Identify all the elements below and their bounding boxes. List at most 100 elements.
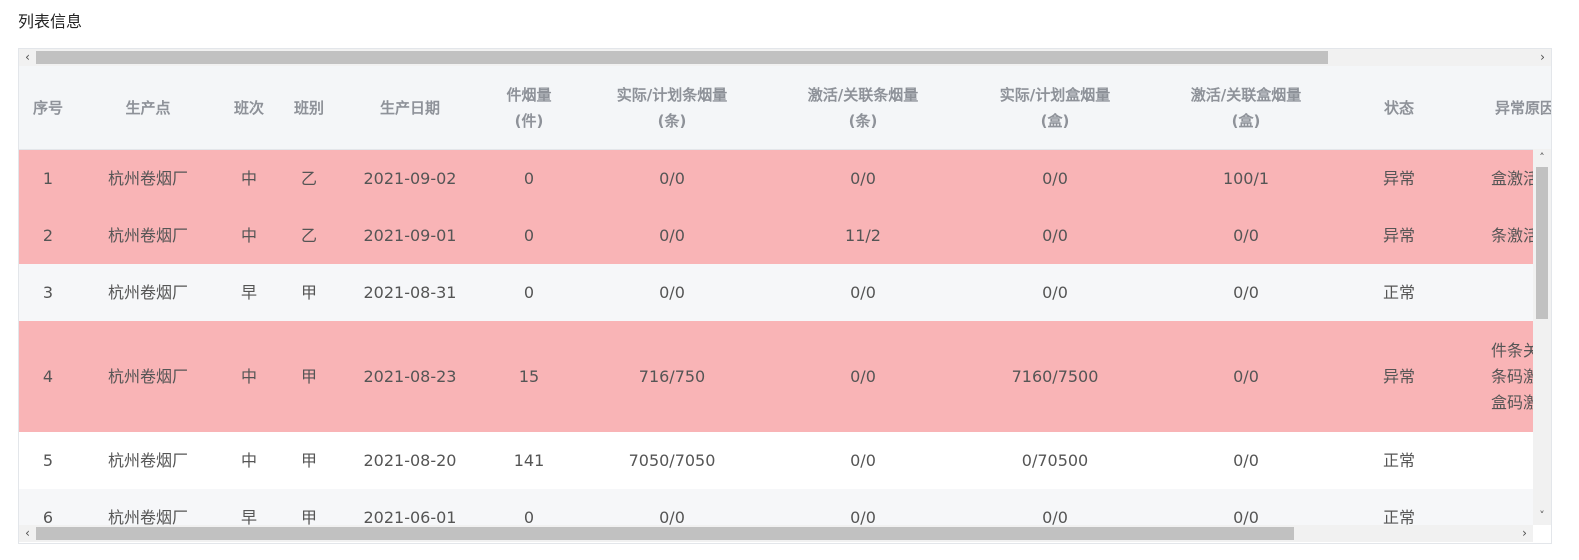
- cell-pack-actual-plan: 0/70500: [1021, 450, 1089, 470]
- cell-seq: 2: [42, 225, 54, 245]
- chevron-up-icon[interactable]: ˄: [1533, 149, 1551, 167]
- cell-seq: 4: [42, 366, 54, 386]
- cell-reason: 条激活码: [1491, 225, 1533, 245]
- cell-carton-active-linked: 11/2: [845, 225, 881, 245]
- column-header-pack-actual-plan: 实际/计划盒烟量 (盒): [999, 85, 1111, 130]
- cell-shift: 中: [240, 366, 257, 386]
- horizontal-scrollbar-bottom[interactable]: ‹ ›: [19, 525, 1533, 542]
- column-header-carton-active-linked: 激活/关联条烟量 (条): [807, 85, 919, 130]
- cell-team: 甲: [300, 366, 317, 386]
- cell-status: 正常: [1382, 282, 1415, 302]
- cell-status: 异常: [1382, 168, 1415, 188]
- cell-site: 杭州卷烟厂: [107, 168, 188, 188]
- column-header-site: 生产点: [125, 98, 171, 117]
- cell-reason: [1457, 264, 1533, 321]
- cell-pack-active-linked: 0/0: [1233, 282, 1259, 302]
- cell-site: 杭州卷烟厂: [107, 366, 188, 386]
- column-header-shift: 班次: [233, 98, 264, 117]
- cell-status: 异常: [1382, 225, 1415, 245]
- cell-date: 2021-08-20: [363, 450, 457, 470]
- cell-cases: 0: [523, 282, 535, 302]
- cell-carton-actual-plan: 716/750: [638, 366, 706, 386]
- scroll-thumb[interactable]: [1536, 167, 1548, 319]
- cell-carton-active-linked: 0/0: [850, 366, 876, 386]
- chevron-right-icon[interactable]: ›: [1534, 49, 1551, 66]
- cell-seq: 1: [42, 168, 54, 188]
- cell-status: 正常: [1382, 450, 1415, 470]
- cell-carton-actual-plan: 0/0: [659, 282, 685, 302]
- cell-pack-active-linked: 100/1: [1222, 168, 1270, 188]
- cell-date: 2021-08-23: [363, 366, 457, 386]
- cell-carton-actual-plan: 0/0: [659, 507, 685, 526]
- scroll-thumb[interactable]: [36, 527, 1294, 540]
- cell-reason: 盒激活码: [1491, 168, 1533, 188]
- cell-shift: 中: [240, 168, 257, 188]
- cell-carton-actual-plan: 0/0: [659, 225, 685, 245]
- table-row[interactable]: 2 杭州卷烟厂 中 乙 2021-09-01 0 0/0 11/2 0/0 0/0 异常 条激活码: [19, 207, 1533, 265]
- column-header-reason: 异常原因: [1495, 98, 1552, 117]
- cell-cases: 0: [523, 168, 535, 188]
- cell-date: 2021-09-02: [363, 168, 457, 188]
- cell-shift: 中: [240, 450, 257, 470]
- cell-carton-active-linked: 0/0: [850, 168, 876, 188]
- cell-shift: 早: [240, 282, 257, 302]
- table-row[interactable]: 3 杭州卷烟厂 早 甲 2021-08-31 0 0/0 0/0 0/0 0/0 正常: [19, 264, 1533, 322]
- column-header-team: 班别: [293, 98, 324, 117]
- cell-site: 杭州卷烟厂: [107, 282, 188, 302]
- cell-carton-active-linked: 0/0: [850, 450, 876, 470]
- vertical-scrollbar[interactable]: ˄ ˅: [1533, 149, 1551, 525]
- cell-pack-actual-plan: 0/0: [1042, 507, 1068, 526]
- table-row[interactable]: 5 杭州卷烟厂 中 甲 2021-08-20 141 7050/7050 0/0 0/70500…: [19, 432, 1533, 490]
- table-row[interactable]: 1 杭州卷烟厂 中 乙 2021-09-02 0 0/0 0/0 0/0 100/1 异常 盒激活码: [19, 150, 1533, 208]
- chevron-right-icon[interactable]: ›: [1516, 525, 1533, 542]
- cell-team: 甲: [300, 282, 317, 302]
- cell-carton-actual-plan: 7050/7050: [628, 450, 716, 470]
- chevron-left-icon[interactable]: ‹: [19, 49, 36, 66]
- cell-date: 2021-08-31: [363, 282, 457, 302]
- table-body: 1杭州卷烟厂中乙2021-09-0200/00/00/0100/1异常盒激活码2…: [19, 150, 1533, 525]
- cell-reason: 件条关联 条码激活 盒码激活: [1491, 340, 1533, 412]
- scroll-thumb[interactable]: [36, 51, 1328, 64]
- cell-team: 甲: [300, 450, 317, 470]
- cell-reason: [1457, 432, 1533, 489]
- cell-seq: 3: [42, 282, 54, 302]
- table-row[interactable]: 4 杭州卷烟厂 中 甲 2021-08-23 15 716/750 0/0 7160/7500 0…: [19, 321, 1533, 433]
- cell-cases: 0: [523, 507, 535, 526]
- cell-status: 正常: [1382, 507, 1415, 526]
- cell-pack-actual-plan: 7160/7500: [1011, 366, 1099, 386]
- cell-site: 杭州卷烟厂: [107, 507, 188, 526]
- cell-date: 2021-09-01: [363, 225, 457, 245]
- cell-shift: 早: [240, 507, 257, 526]
- cell-pack-active-linked: 0/0: [1233, 450, 1259, 470]
- cell-team: 乙: [300, 168, 317, 188]
- cell-cases: 141: [513, 450, 545, 470]
- chevron-down-icon[interactable]: ˅: [1533, 507, 1551, 525]
- column-header-status: 状态: [1383, 98, 1414, 117]
- chevron-left-icon[interactable]: ‹: [19, 525, 36, 542]
- cell-carton-active-linked: 0/0: [850, 507, 876, 526]
- horizontal-scrollbar-top[interactable]: ‹ ›: [19, 49, 1551, 66]
- cell-pack-active-linked: 0/0: [1233, 507, 1259, 526]
- cell-site: 杭州卷烟厂: [107, 225, 188, 245]
- cell-date: 2021-06-01: [363, 507, 457, 526]
- table-row[interactable]: 6 杭州卷烟厂 早 甲 2021-06-01 0 0/0 0/0 0/0 0/0 正常: [19, 489, 1533, 525]
- column-header-pack-active-linked: 激活/关联盒烟量 (盒): [1190, 85, 1302, 130]
- cell-pack-active-linked: 0/0: [1233, 225, 1259, 245]
- cell-cases: 15: [518, 366, 540, 386]
- cell-team: 甲: [300, 507, 317, 526]
- column-header-seq: 序号: [32, 98, 63, 117]
- column-header-date: 生产日期: [379, 98, 440, 117]
- cell-reason: [1457, 489, 1533, 525]
- data-table: ‹ › 序号 生产点 班次 班别 生产日期 件烟量 (件) 实际/计划条烟量 (条) 激活/关…: [18, 48, 1552, 544]
- section-title: 列表信息: [18, 12, 83, 31]
- cell-seq: 5: [42, 450, 54, 470]
- table-header: 序号 生产点 班次 班别 生产日期 件烟量 (件) 实际/计划条烟量 (条) 激活/关联条烟量…: [19, 66, 1551, 150]
- cell-seq: 6: [42, 507, 54, 526]
- cell-pack-actual-plan: 0/0: [1042, 168, 1068, 188]
- cell-carton-actual-plan: 0/0: [659, 168, 685, 188]
- cell-pack-actual-plan: 0/0: [1042, 225, 1068, 245]
- cell-pack-actual-plan: 0/0: [1042, 282, 1068, 302]
- column-header-cases: 件烟量 (件): [506, 85, 552, 130]
- cell-pack-active-linked: 0/0: [1233, 366, 1259, 386]
- cell-status: 异常: [1382, 366, 1415, 386]
